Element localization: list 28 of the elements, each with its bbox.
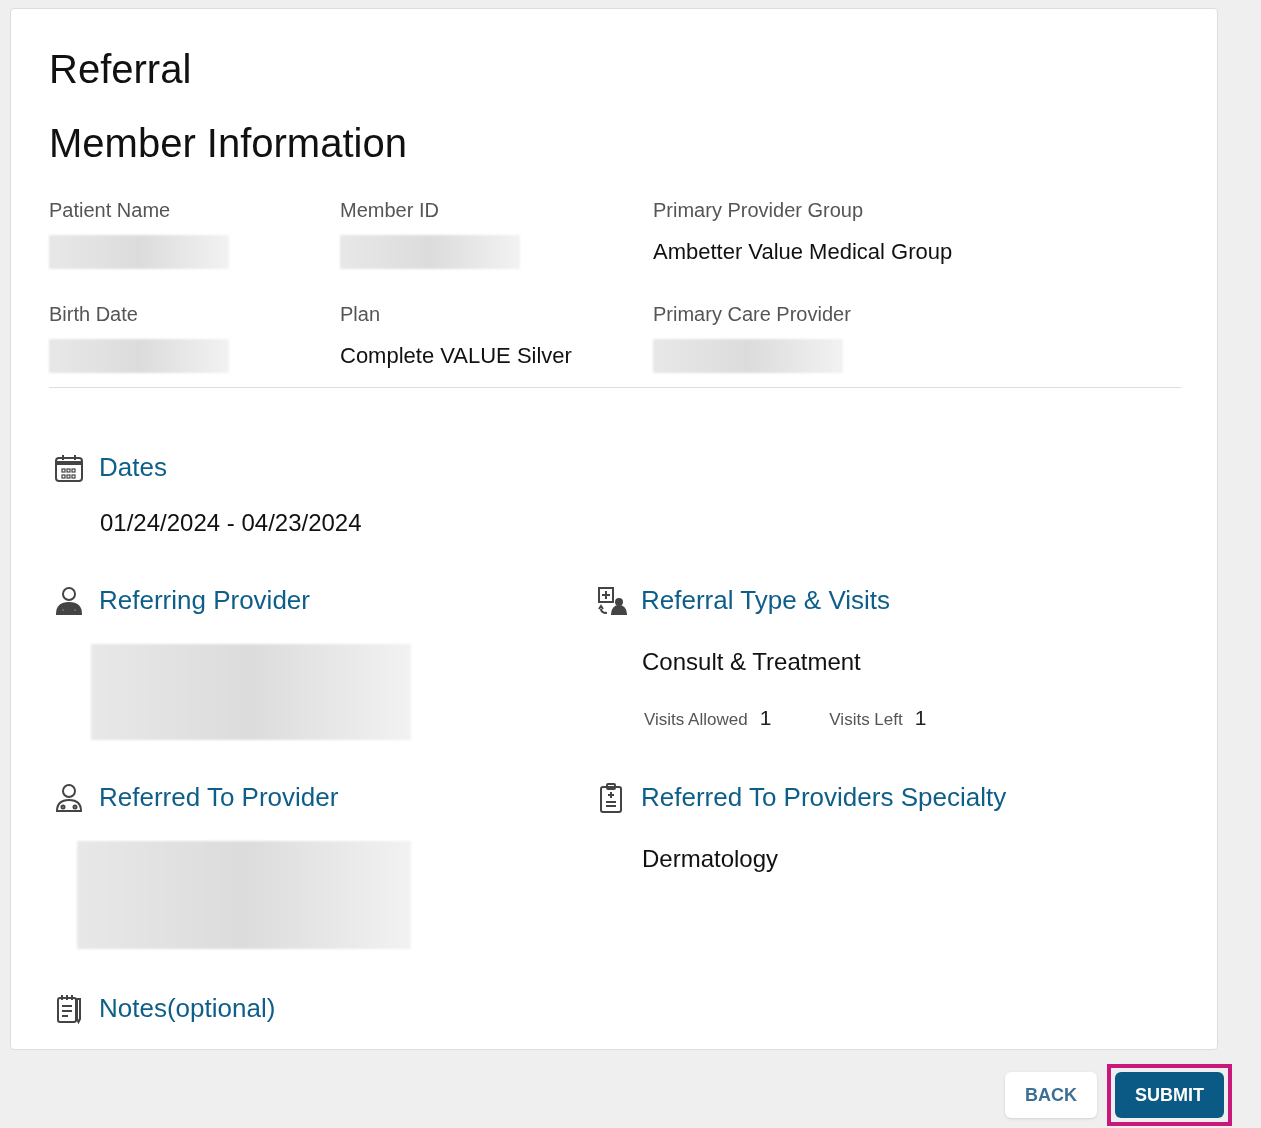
visits-allowed-count: 1 [759, 705, 772, 731]
field-label: Birth Date [49, 302, 139, 327]
hospital-referral-icon [595, 584, 627, 617]
referral-type: Consult & Treatment [642, 647, 862, 677]
back-button[interactable]: BACK [1005, 1072, 1097, 1118]
date-range: 01/24/2024 - 04/23/2024 [100, 508, 363, 538]
specialty-value: Dermatology [642, 844, 780, 874]
field-label: Primary Provider Group [653, 198, 865, 223]
field-label: Member ID [340, 198, 440, 223]
section-heading: Dates [99, 451, 167, 484]
field-value: Complete VALUE Silver [340, 342, 573, 370]
doctor-icon [53, 584, 85, 617]
section-heading: Referral Type & Visits [641, 584, 891, 617]
section-heading: Notes(optional) [99, 992, 276, 1025]
visits-allowed-label: Visits Allowed [644, 709, 748, 731]
visits-left-count: 1 [914, 705, 927, 731]
submit-button[interactable]: SUBMIT [1115, 1072, 1224, 1118]
doctor-icon [53, 781, 85, 814]
field-label: Patient Name [49, 198, 172, 223]
section-heading: Referring Provider [99, 584, 310, 617]
page-title: Referral [49, 46, 193, 93]
field-value: Ambetter Value Medical Group [653, 238, 954, 266]
section-title: Member Information [49, 120, 408, 167]
field-label: Plan [340, 302, 382, 327]
section-heading: Referred To Providers Specialty [641, 781, 1007, 814]
section-heading: Referred To Provider [99, 781, 339, 814]
field-label: Primary Care Provider [653, 302, 852, 327]
visits-left-label: Visits Left [829, 709, 903, 731]
